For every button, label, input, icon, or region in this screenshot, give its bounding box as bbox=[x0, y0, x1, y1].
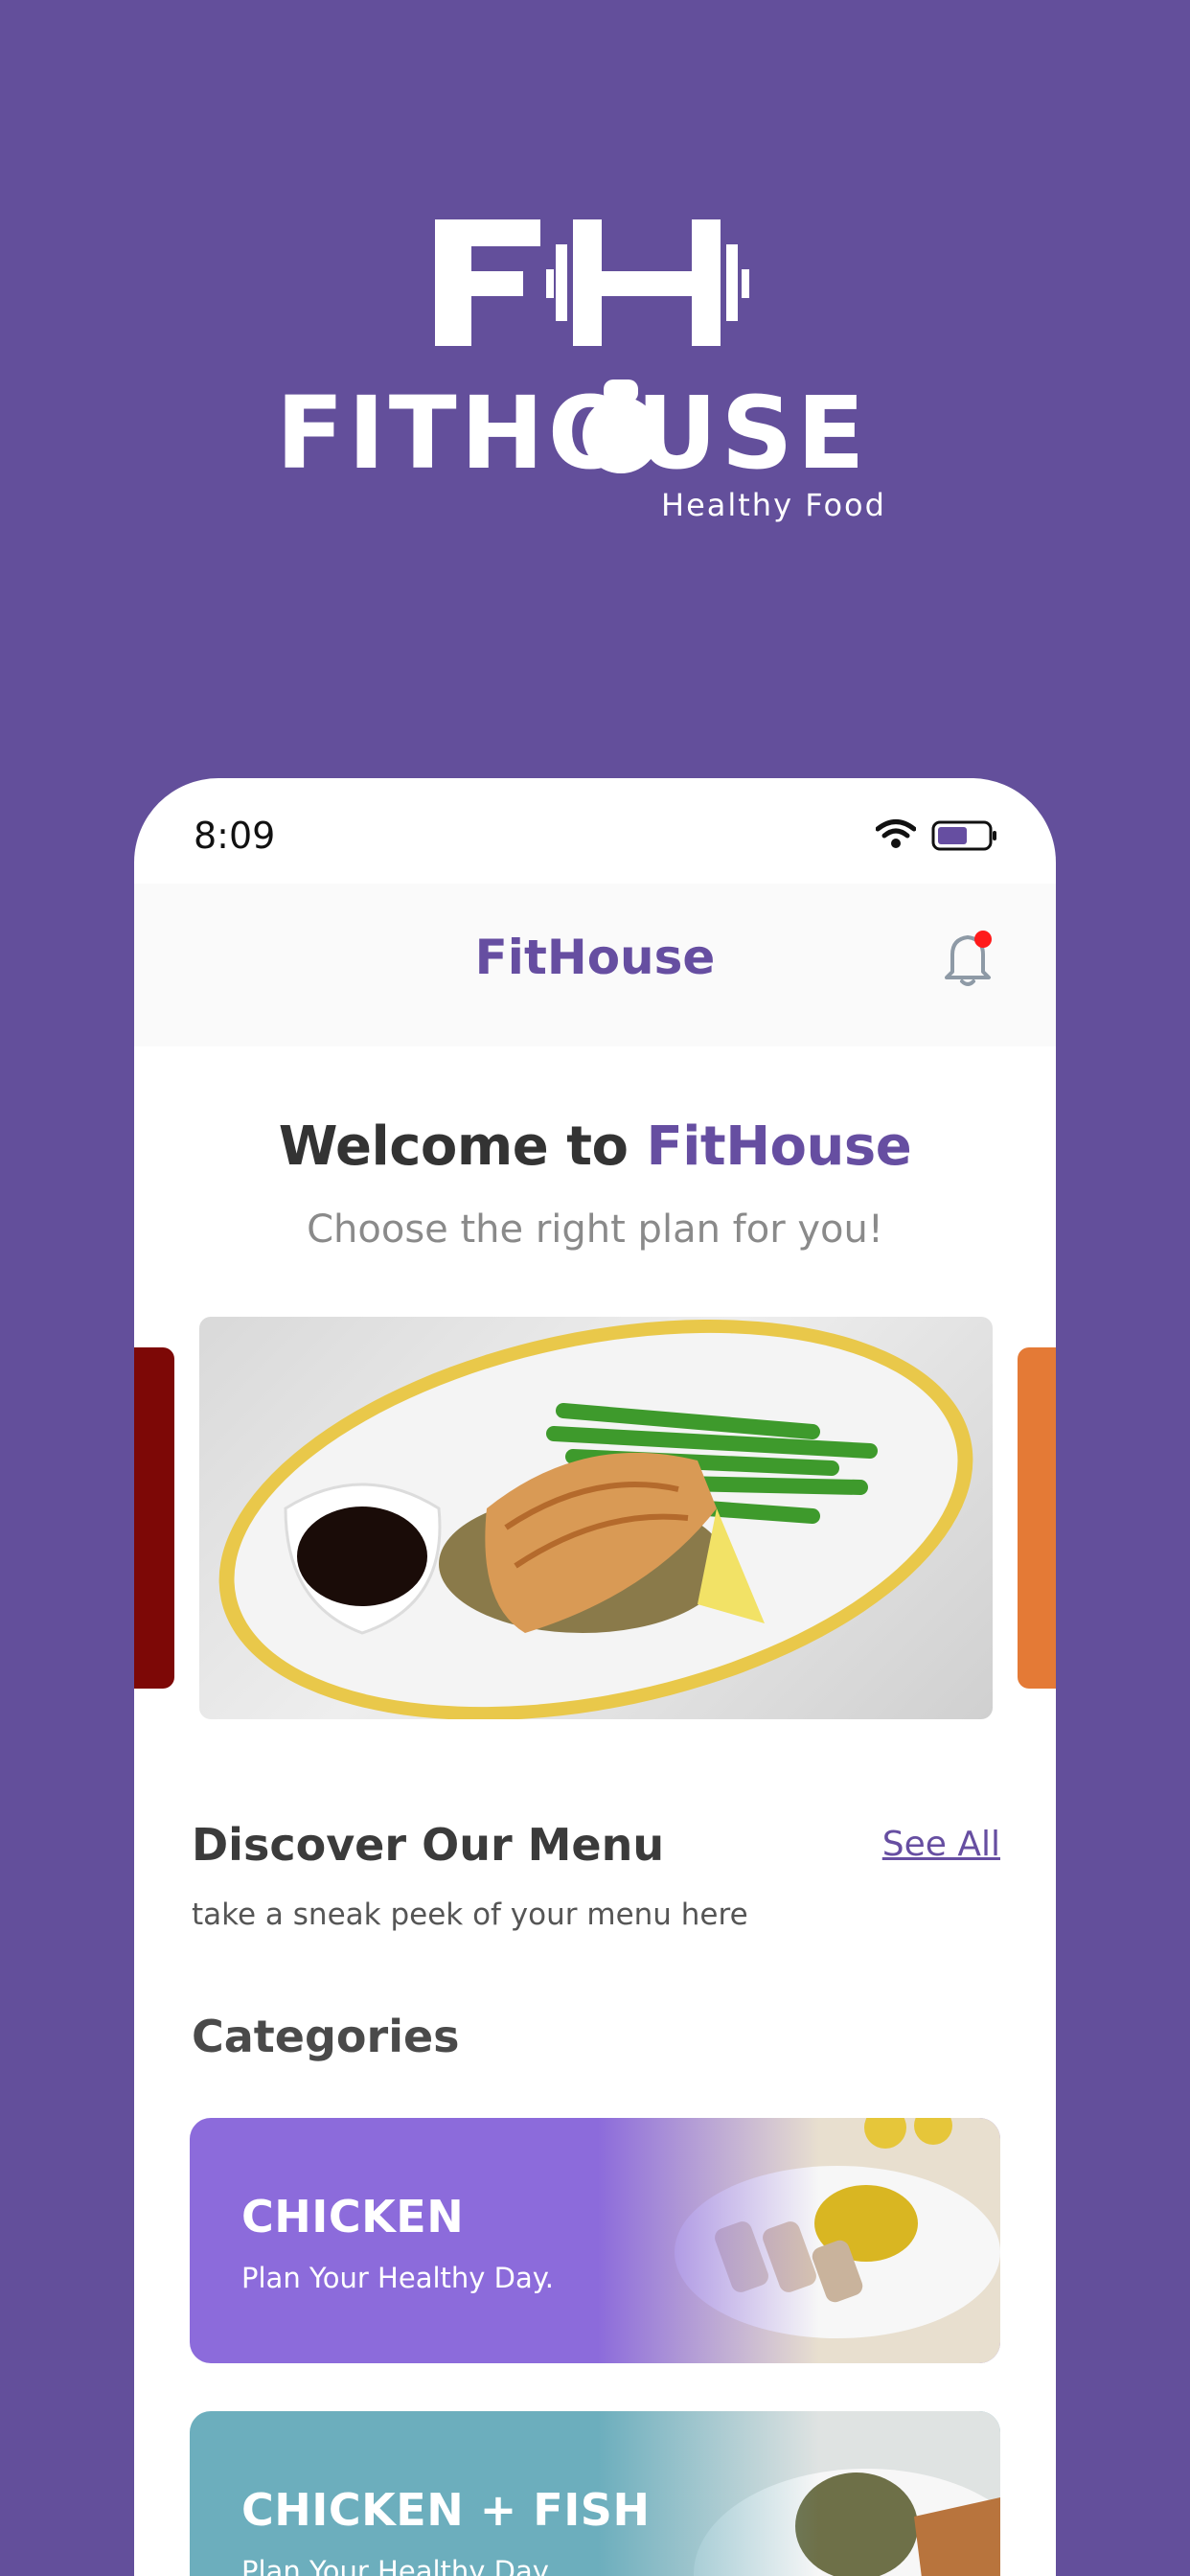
category-card-chicken[interactable]: CHICKEN Plan Your Healthy Day. bbox=[190, 2118, 1000, 2363]
brand-tagline: Healthy Food bbox=[661, 487, 886, 523]
category-name: CHICKEN + FISH bbox=[241, 2484, 651, 2536]
wordmark-text: FITHOUSE bbox=[276, 375, 869, 487]
carousel-prev-card[interactable] bbox=[134, 1347, 174, 1689]
fh-dumbbell-logo-icon bbox=[435, 219, 749, 346]
battery-icon bbox=[931, 820, 996, 851]
fithouse-wordmark: FITHOUSE bbox=[276, 375, 869, 487]
wifi-icon bbox=[876, 819, 916, 848]
chicken-fish-plate-image bbox=[598, 2411, 1000, 2576]
notification-dot bbox=[974, 931, 992, 948]
welcome-prefix: Welcome to bbox=[278, 1116, 647, 1178]
carousel-next-card[interactable] bbox=[1018, 1347, 1056, 1689]
category-name: CHICKEN bbox=[241, 2191, 465, 2242]
category-card-chicken-fish[interactable]: CHICKEN + FISH Plan Your Healthy Day. bbox=[190, 2411, 1000, 2576]
phone-screen: 8:09 FitHouse Welcome to FitHouse Choose… bbox=[134, 778, 1056, 2576]
welcome-heading: Welcome to FitHouse bbox=[134, 1116, 1056, 1178]
menu-section-title: Discover Our Menu bbox=[192, 1819, 665, 1871]
brand-logo: FITHOUSE Healthy Food bbox=[0, 0, 1190, 575]
categories-title: Categories bbox=[192, 2011, 460, 2062]
category-description: Plan Your Healthy Day. bbox=[241, 2262, 554, 2294]
app-title: FitHouse bbox=[474, 930, 716, 985]
bell-icon[interactable] bbox=[941, 928, 998, 989]
hero-banner[interactable] bbox=[199, 1317, 993, 1719]
welcome-subtitle: Choose the right plan for you! bbox=[307, 1208, 883, 1252]
status-time: 8:09 bbox=[194, 815, 276, 857]
menu-section-subtitle: take a sneak peek of your menu here bbox=[192, 1898, 748, 1932]
welcome-brand: FitHouse bbox=[646, 1116, 912, 1178]
category-description: Plan Your Healthy Day. bbox=[241, 2555, 554, 2576]
app-header: FitHouse bbox=[134, 884, 1056, 1046]
chicken-plate-image bbox=[598, 2118, 1000, 2363]
salmon-dish-image bbox=[218, 1320, 973, 1719]
see-all-link[interactable]: See All bbox=[882, 1825, 1000, 1864]
